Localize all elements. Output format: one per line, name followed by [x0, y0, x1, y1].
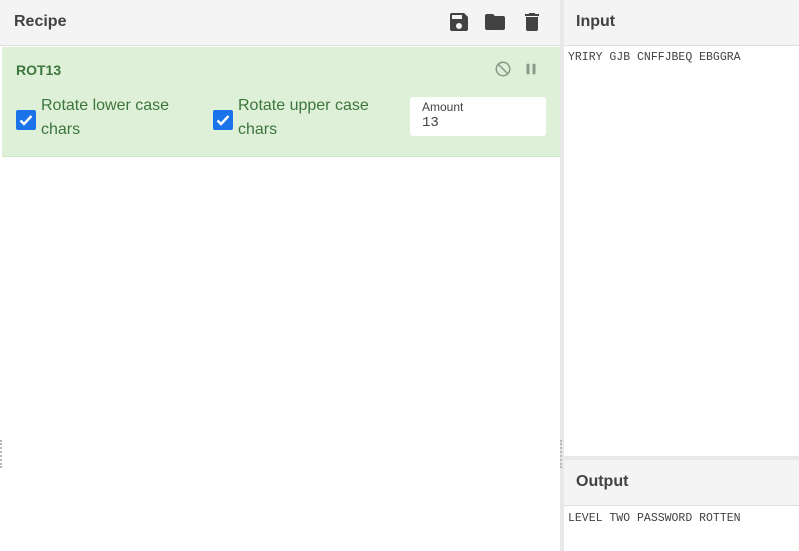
rotate-lower-label-line1: Rotate lower case — [41, 97, 170, 114]
amount-input[interactable] — [422, 114, 532, 132]
input-text[interactable]: YRIRY GJB CNFFJBEQ EBGGRA — [568, 51, 741, 64]
rot13-operation[interactable]: ROT13 Rotate lower case chars Rotate upp… — [2, 47, 560, 157]
rotate-lower-checkbox[interactable] — [16, 110, 36, 130]
input-pane: Input YRIRY GJB CNFFJBEQ EBGGRA — [564, 0, 799, 456]
disable-icon[interactable] — [494, 60, 512, 78]
save-icon[interactable] — [447, 10, 471, 34]
amount-field[interactable]: Amount — [410, 97, 546, 136]
output-title: Output — [576, 473, 629, 490]
rotate-lower-label-line2: chars — [41, 121, 81, 138]
output-header: Output — [564, 460, 799, 506]
rotate-upper-label-line2: chars — [238, 121, 278, 138]
recipe-pane: Recipe ROT13 Rotate lower case chars Rot… — [0, 0, 560, 551]
left-edge-grip — [0, 440, 2, 468]
input-header: Input — [564, 0, 799, 46]
amount-label: Amount — [422, 100, 464, 114]
operation-title: ROT13 — [16, 62, 62, 78]
rotate-upper-checkbox[interactable] — [213, 110, 233, 130]
output-text[interactable]: LEVEL TWO PASSWORD ROTTEN — [568, 512, 741, 525]
recipe-title: Recipe — [14, 13, 67, 30]
trash-icon[interactable] — [520, 10, 544, 34]
divider-grip[interactable] — [560, 440, 562, 468]
pause-icon[interactable] — [522, 60, 540, 78]
folder-icon[interactable] — [483, 10, 507, 34]
rotate-upper-label-line1: Rotate upper case — [238, 97, 369, 114]
output-pane: Output LEVEL TWO PASSWORD ROTTEN — [564, 460, 799, 551]
recipe-header: Recipe — [0, 0, 560, 46]
input-title: Input — [576, 13, 616, 30]
